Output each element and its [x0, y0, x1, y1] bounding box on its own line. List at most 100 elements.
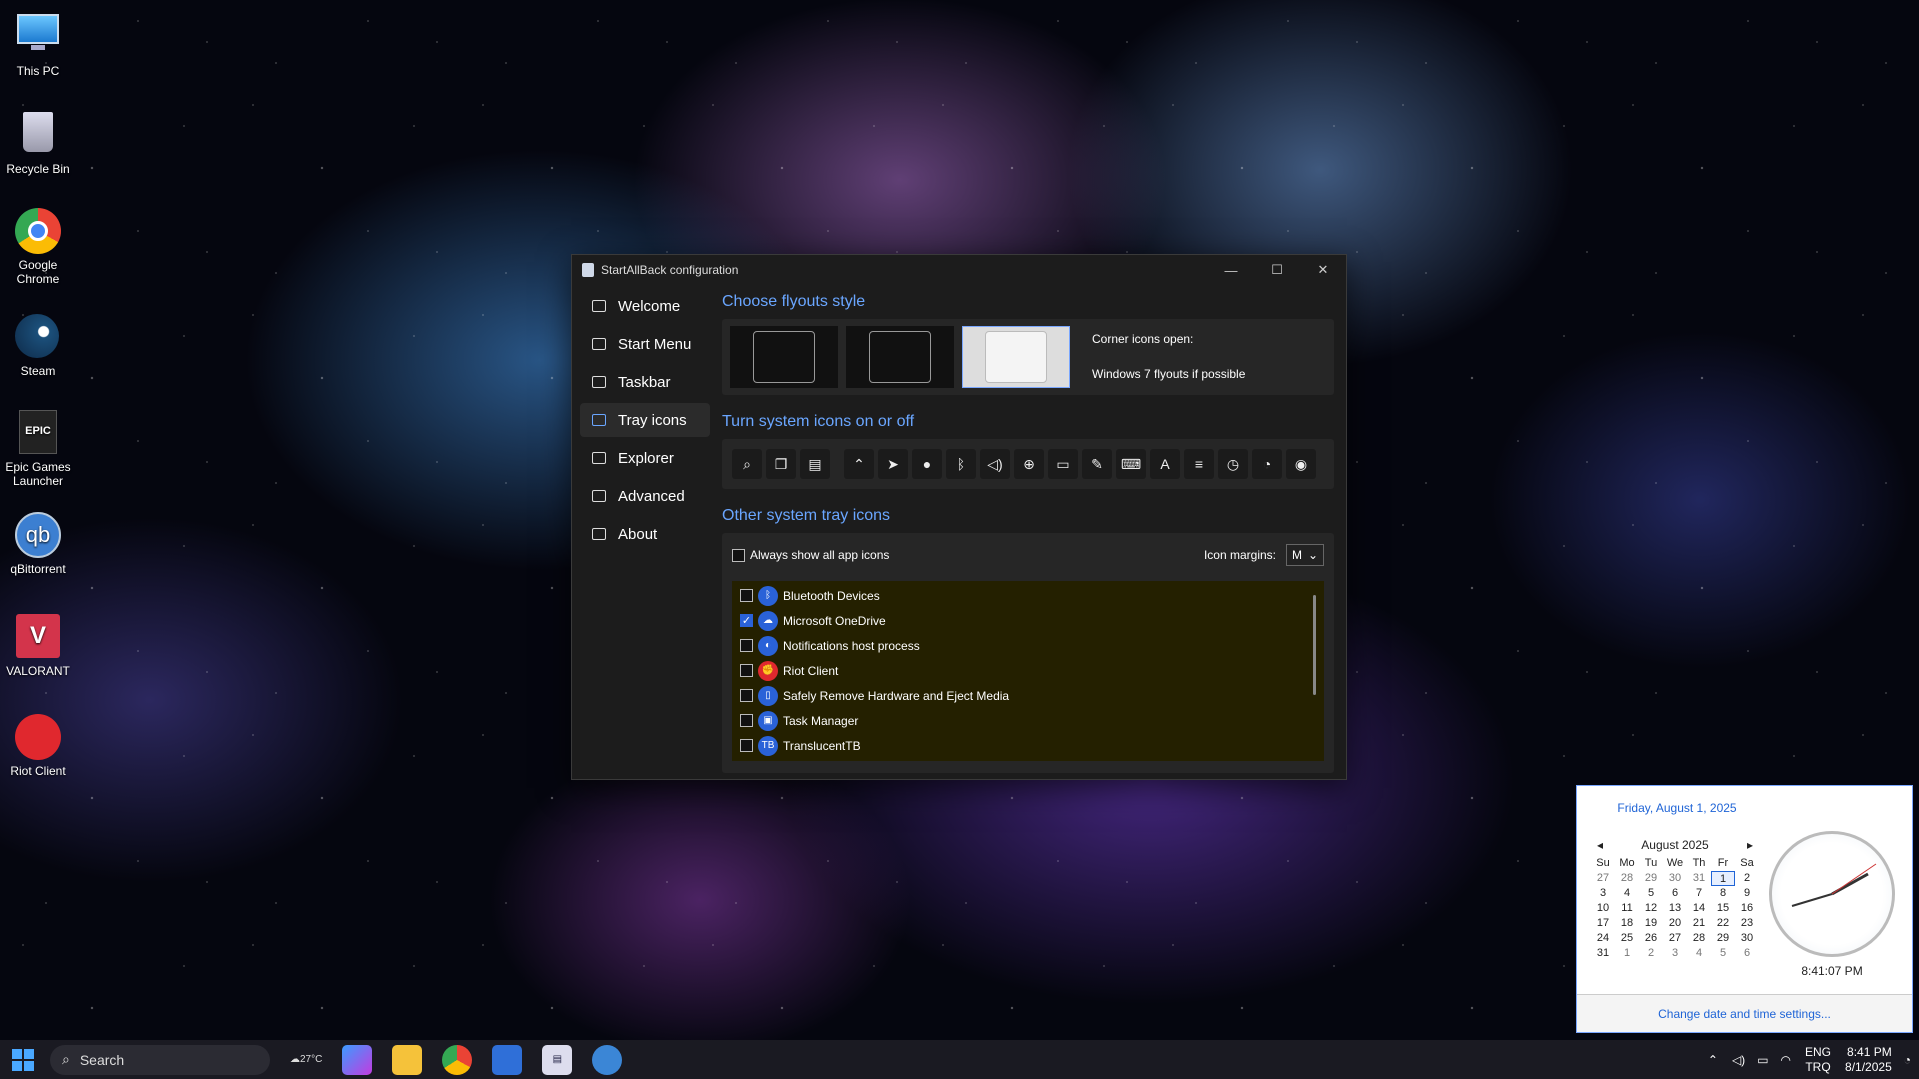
app-checkbox[interactable]: [740, 714, 753, 727]
search-icon[interactable]: ⌕: [732, 449, 762, 479]
desktop-icon-recycle-bin[interactable]: Recycle Bin: [0, 108, 76, 176]
settings-sliders-icon[interactable]: ≡: [1184, 449, 1214, 479]
calendar-day[interactable]: 5: [1639, 886, 1663, 901]
calendar-day[interactable]: 22: [1711, 916, 1735, 931]
app-checkbox[interactable]: [740, 664, 753, 677]
calendar-day[interactable]: 3: [1663, 946, 1687, 961]
calendar-day[interactable]: 4: [1615, 886, 1639, 901]
calendar-day[interactable]: 28: [1687, 931, 1711, 946]
taskbar-search[interactable]: ⌕ Search: [50, 1044, 270, 1075]
taskbar-clock[interactable]: 8:41 PM 8/1/2025: [1845, 1045, 1892, 1075]
calendar-day[interactable]: 14: [1687, 901, 1711, 916]
calendar-day[interactable]: 23: [1735, 916, 1759, 931]
calendar-day[interactable]: 2: [1735, 871, 1759, 886]
calendar-day[interactable]: 6: [1663, 886, 1687, 901]
full-date-link[interactable]: Friday, August 1, 2025: [1577, 801, 1777, 815]
app-checkbox[interactable]: ✓: [740, 614, 753, 627]
clock-icon[interactable]: ◷: [1218, 449, 1248, 479]
calendar-day[interactable]: 1: [1711, 871, 1735, 886]
desktop-icon-qbittorrent[interactable]: qb qBittorrent: [0, 512, 76, 576]
language-icon[interactable]: A: [1150, 449, 1180, 479]
calendar-day[interactable]: 10: [1591, 901, 1615, 916]
calendar-day[interactable]: 16: [1735, 901, 1759, 916]
battery-icon[interactable]: ▭: [1757, 1053, 1768, 1067]
chevron-up-icon[interactable]: ⌃: [1708, 1053, 1718, 1067]
desktop-icon-epic-games[interactable]: EPIC Epic Games Launcher: [0, 410, 76, 488]
keyboard-icon[interactable]: ⌨: [1116, 449, 1146, 479]
volume-icon[interactable]: ◁): [1732, 1053, 1745, 1067]
icon-margins-select[interactable]: M ⌄: [1286, 544, 1324, 566]
desktop-icon-this-pc[interactable]: This PC: [0, 8, 76, 78]
calendar-day[interactable]: 13: [1663, 901, 1687, 916]
location-icon[interactable]: ➤: [878, 449, 908, 479]
calendar-day[interactable]: 28: [1615, 871, 1639, 886]
calendar-day[interactable]: 2: [1639, 946, 1663, 961]
app-checkbox[interactable]: [740, 689, 753, 702]
maximize-button[interactable]: ☐: [1254, 255, 1300, 285]
calendar-day[interactable]: 31: [1591, 946, 1615, 961]
calendar-day[interactable]: 7: [1687, 886, 1711, 901]
control-panel-icon[interactable]: [592, 1044, 623, 1075]
calendar-day[interactable]: 31: [1687, 871, 1711, 886]
calendar-day[interactable]: 30: [1735, 931, 1759, 946]
calendar-day[interactable]: 29: [1711, 931, 1735, 946]
calendar-day[interactable]: 17: [1591, 916, 1615, 931]
calendar-day[interactable]: 24: [1591, 931, 1615, 946]
prev-month-button[interactable]: ◂: [1597, 838, 1603, 852]
volume-icon[interactable]: ◁): [980, 449, 1010, 479]
list-item[interactable]: ✊ Riot Client: [732, 658, 1324, 683]
pen-icon[interactable]: ✎: [1082, 449, 1112, 479]
close-button[interactable]: ✕: [1300, 255, 1346, 285]
chevron-up-icon[interactable]: ⌃: [844, 449, 874, 479]
tray-app-list[interactable]: ᛒ Bluetooth Devices ✓ ☁ Microsoft OneDrive …: [732, 581, 1324, 761]
bluetooth-icon[interactable]: ᛒ: [946, 449, 976, 479]
task-view-icon[interactable]: ❐: [766, 449, 796, 479]
list-item[interactable]: ▯ Safely Remove Hardware and Eject Media: [732, 683, 1324, 708]
calendar-day[interactable]: 25: [1615, 931, 1639, 946]
calendar-day[interactable]: 9: [1735, 886, 1759, 901]
start-button[interactable]: [12, 1048, 34, 1071]
calendar-day[interactable]: 11: [1615, 901, 1639, 916]
store-icon[interactable]: [492, 1044, 523, 1075]
desktop-icon-google-chrome[interactable]: Google Chrome: [0, 208, 76, 286]
calendar-day[interactable]: 26: [1639, 931, 1663, 946]
nav-item-start-menu[interactable]: Start Menu: [580, 327, 710, 361]
always-show-checkbox[interactable]: [732, 548, 745, 562]
next-month-button[interactable]: ▸: [1747, 838, 1753, 852]
calendar-day[interactable]: 5: [1711, 946, 1735, 961]
battery-icon[interactable]: ▭: [1048, 449, 1078, 479]
bell-icon[interactable]: ◔: [1904, 1053, 1911, 1067]
flyout-style-option-2[interactable]: [846, 326, 954, 388]
calendar-day[interactable]: 1: [1615, 946, 1639, 961]
nav-item-explorer[interactable]: Explorer: [580, 441, 710, 475]
calendar-day[interactable]: 21: [1687, 916, 1711, 931]
desktop-icon-valorant[interactable]: V VALORANT: [0, 614, 76, 678]
nav-item-taskbar[interactable]: Taskbar: [580, 365, 710, 399]
weather-widget[interactable]: ☁ 27°C: [290, 1045, 322, 1075]
chrome-icon[interactable]: [442, 1044, 473, 1075]
app-checkbox[interactable]: [740, 739, 753, 752]
calendar-day[interactable]: 30: [1663, 871, 1687, 886]
nav-item-advanced[interactable]: Advanced: [580, 479, 710, 513]
calendar-day[interactable]: 8: [1711, 886, 1735, 901]
wifi-icon[interactable]: ◠: [1781, 1053, 1791, 1067]
flyout-style-option-3[interactable]: [962, 326, 1070, 388]
microphone-icon[interactable]: ●: [912, 449, 942, 479]
widgets-icon[interactable]: ▤: [800, 449, 830, 479]
calendar-day[interactable]: 29: [1639, 871, 1663, 886]
list-item[interactable]: TB TranslucentTB: [732, 733, 1324, 758]
change-date-time-link[interactable]: Change date and time settings...: [1577, 994, 1912, 1032]
file-explorer-icon[interactable]: [392, 1044, 423, 1075]
calendar-day[interactable]: 27: [1591, 871, 1615, 886]
minimize-button[interactable]: —: [1208, 255, 1254, 285]
bell-icon[interactable]: ◔: [1252, 449, 1282, 479]
list-item[interactable]: ✓ ☁ Microsoft OneDrive: [732, 608, 1324, 633]
list-item[interactable]: ᛒ Bluetooth Devices: [732, 583, 1324, 608]
app-checkbox[interactable]: [740, 639, 753, 652]
copilot-icon[interactable]: [342, 1044, 373, 1075]
list-scrollbar[interactable]: [1313, 595, 1316, 695]
list-item[interactable]: ◐ Notifications host process: [732, 633, 1324, 658]
desktop-icon-steam[interactable]: Steam: [0, 314, 76, 378]
nav-item-about[interactable]: About: [580, 517, 710, 551]
calendar-day[interactable]: 6: [1735, 946, 1759, 961]
